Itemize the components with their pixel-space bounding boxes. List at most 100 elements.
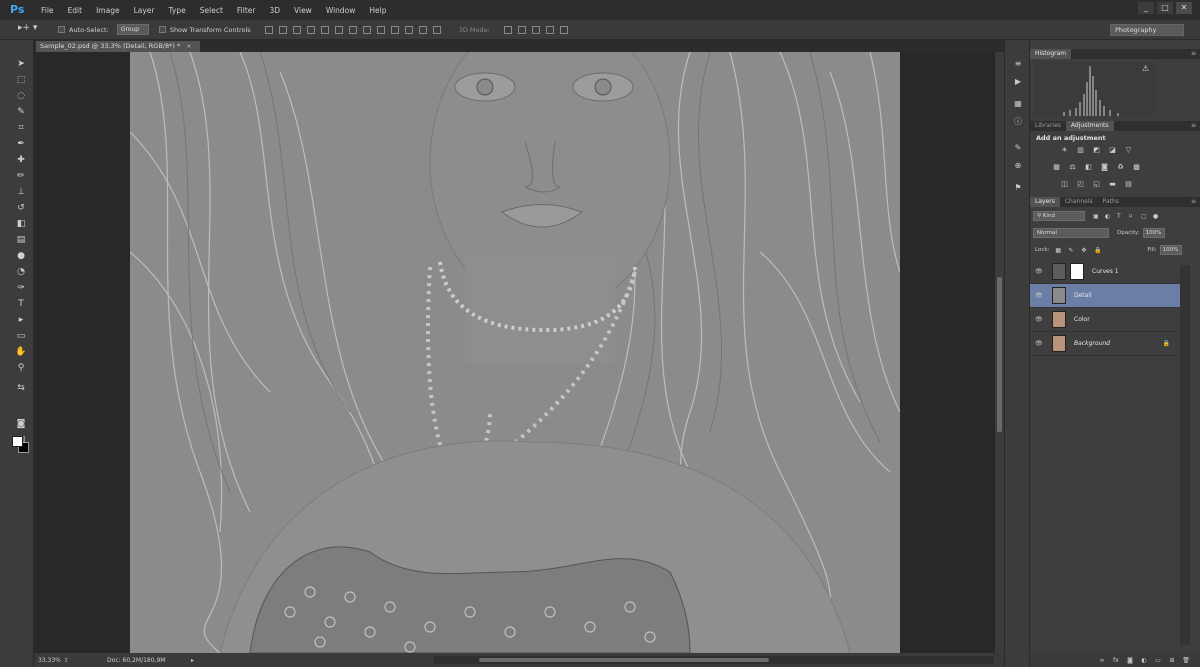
tab-adjustments[interactable]: Adjustments: [1065, 121, 1114, 131]
marquee-tool-icon[interactable]: ⬚: [15, 74, 27, 86]
transform-controls-checkbox[interactable]: [158, 26, 166, 33]
vertical-scroll-thumb[interactable]: [997, 277, 1002, 432]
delete-layer-icon[interactable]: 🗑: [1182, 657, 1190, 664]
status-menu-arrow-icon[interactable]: ▸: [191, 657, 194, 664]
clone-stamp-tool-icon[interactable]: ⊥: [15, 186, 27, 198]
align-left-icon[interactable]: [306, 25, 315, 34]
hand-tool-icon[interactable]: ✋: [15, 346, 27, 358]
3d-slide-icon[interactable]: [545, 25, 554, 34]
close-button[interactable]: ✕: [1176, 2, 1192, 14]
brush-tool-icon[interactable]: ✏: [15, 170, 27, 182]
layer-style-icon[interactable]: fx: [1112, 657, 1120, 664]
document-image[interactable]: [130, 52, 900, 653]
dodge-tool-icon[interactable]: ◔: [15, 266, 27, 278]
opacity-input[interactable]: 100%: [1142, 228, 1165, 238]
pen-tool-icon[interactable]: ✑: [15, 282, 27, 294]
path-selection-tool-icon[interactable]: ▸: [15, 314, 27, 326]
filter-toggle-icon[interactable]: ●: [1153, 213, 1160, 220]
align-bottom-icon[interactable]: [292, 25, 301, 34]
lasso-tool-icon[interactable]: ◌: [15, 90, 27, 102]
brush-panel-icon[interactable]: ✎: [1012, 142, 1024, 154]
distribute-bottom-icon[interactable]: [376, 25, 385, 34]
align-middle-icon[interactable]: [278, 25, 287, 34]
quick-select-tool-icon[interactable]: ✎: [15, 106, 27, 118]
close-tab-icon[interactable]: ×: [186, 42, 191, 50]
type-tool-icon[interactable]: T: [15, 298, 27, 310]
threshold-icon[interactable]: ◱: [1092, 180, 1101, 189]
distribute-center-icon[interactable]: [404, 25, 413, 34]
new-adjustment-icon[interactable]: ◐: [1140, 657, 1148, 664]
menu-3d[interactable]: 3D: [262, 6, 287, 15]
status-share-icon[interactable]: ⇪: [64, 657, 69, 664]
canvas-vertical-scrollbar[interactable]: [995, 52, 1004, 653]
layers-scrollbar[interactable]: [1180, 265, 1190, 645]
maximize-button[interactable]: □: [1157, 2, 1173, 14]
invert-icon[interactable]: ◫: [1060, 180, 1069, 189]
menu-image[interactable]: Image: [89, 6, 127, 15]
3d-drag-icon[interactable]: [531, 25, 540, 34]
auto-align-icon[interactable]: [432, 25, 441, 34]
menu-help[interactable]: Help: [362, 6, 393, 15]
gradient-map-icon[interactable]: ▬: [1108, 180, 1117, 189]
menu-layer[interactable]: Layer: [127, 6, 162, 15]
black-white-icon[interactable]: ◧: [1084, 163, 1093, 172]
3d-rotate-icon[interactable]: [503, 25, 512, 34]
move-tool-icon[interactable]: ➤: [15, 58, 27, 70]
blur-tool-icon[interactable]: ●: [15, 250, 27, 262]
tab-libraries[interactable]: Libraries: [1030, 121, 1066, 131]
align-right-icon[interactable]: [334, 25, 343, 34]
rectangle-tool-icon[interactable]: ▭: [15, 330, 27, 342]
filter-adjustment-icon[interactable]: ◐: [1105, 213, 1112, 220]
filter-smart-object-icon[interactable]: ▢: [1141, 213, 1148, 220]
horizontal-scroll-thumb[interactable]: [479, 658, 769, 662]
brightness-contrast-icon[interactable]: ☀: [1060, 146, 1069, 155]
quick-mask-icon[interactable]: ◙: [15, 418, 27, 430]
canvas-area[interactable]: [34, 52, 995, 653]
layer-row-color[interactable]: 👁 Color: [1030, 308, 1180, 332]
tab-histogram[interactable]: Histogram: [1030, 49, 1072, 59]
eraser-tool-icon[interactable]: ◧: [15, 218, 27, 230]
canvas-horizontal-scrollbar[interactable]: [434, 656, 994, 664]
crop-tool-icon[interactable]: ⌗: [15, 122, 27, 134]
histogram-menu-icon[interactable]: ≡: [1191, 49, 1196, 59]
healing-brush-tool-icon[interactable]: ✚: [15, 154, 27, 166]
layer-row-curves[interactable]: 👁 Curves 1: [1030, 260, 1180, 284]
visibility-eye-icon[interactable]: 👁: [1035, 316, 1045, 323]
tab-layers[interactable]: Layers: [1030, 197, 1060, 207]
cache-warning-icon[interactable]: ⚠: [1142, 64, 1149, 73]
link-layers-icon[interactable]: ∞: [1098, 657, 1106, 664]
channel-mixer-icon[interactable]: ♻: [1116, 163, 1125, 172]
filter-pixel-icon[interactable]: ▣: [1093, 213, 1100, 220]
color-balance-icon[interactable]: ⚖: [1068, 163, 1077, 172]
history-panel-icon[interactable]: ≡: [1012, 58, 1024, 70]
info-panel-icon[interactable]: ⓘ: [1012, 116, 1024, 128]
color-lookup-icon[interactable]: ▩: [1132, 163, 1141, 172]
layer-kind-dropdown[interactable]: ⚲ Kind: [1033, 211, 1085, 221]
menu-view[interactable]: View: [287, 6, 319, 15]
hue-saturation-icon[interactable]: ▦: [1052, 163, 1061, 172]
history-brush-tool-icon[interactable]: ↺: [15, 202, 27, 214]
3d-scale-icon[interactable]: [559, 25, 568, 34]
lock-all-icon[interactable]: 🔒: [1094, 247, 1101, 254]
filter-shape-icon[interactable]: ⌑: [1129, 213, 1136, 220]
fill-input[interactable]: 100%: [1159, 245, 1182, 255]
tool-presets-panel-icon[interactable]: ⚑: [1012, 182, 1024, 194]
auto-select-checkbox[interactable]: [58, 26, 65, 33]
distribute-middle-icon[interactable]: [362, 25, 371, 34]
visibility-eye-icon[interactable]: 👁: [1035, 268, 1045, 275]
posterize-icon[interactable]: ◰: [1076, 180, 1085, 189]
blend-mode-dropdown[interactable]: Normal: [1033, 228, 1109, 238]
photo-filter-icon[interactable]: ◙: [1100, 163, 1109, 172]
menu-window[interactable]: Window: [319, 6, 363, 15]
new-layer-icon[interactable]: ⊞: [1168, 657, 1176, 664]
foreground-color-swatch[interactable]: [12, 436, 23, 447]
selective-color-icon[interactable]: ▤: [1124, 180, 1133, 189]
align-top-icon[interactable]: [264, 25, 273, 34]
lock-image-icon[interactable]: ✎: [1068, 247, 1075, 254]
menu-edit[interactable]: Edit: [61, 6, 90, 15]
layer-row-background[interactable]: 👁 Background 🔒: [1030, 332, 1180, 356]
document-tab[interactable]: Sample_02.psd @ 33,3% (Detail, RGB/8*) *…: [36, 41, 200, 52]
zoom-level[interactable]: 33,33%: [38, 657, 64, 664]
menu-type[interactable]: Type: [162, 6, 193, 15]
zoom-tool-icon[interactable]: ⚲: [15, 362, 27, 374]
